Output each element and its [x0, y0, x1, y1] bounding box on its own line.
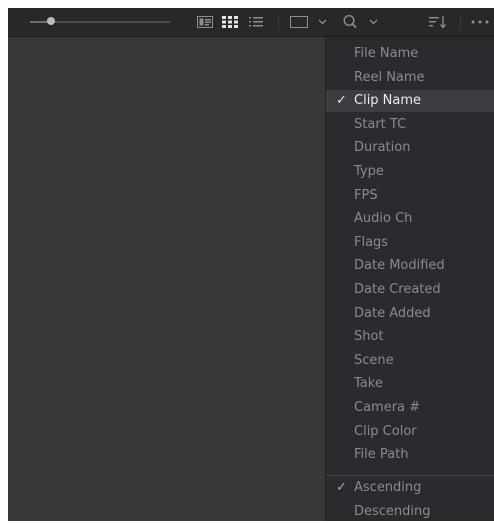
thumbnail-zoom-slider[interactable]: [30, 14, 170, 30]
media-pool-toolbar: [8, 8, 494, 37]
sort-order-item[interactable]: Descending: [326, 501, 494, 523]
sort-field-item[interactable]: Start TC: [326, 114, 494, 136]
sort-field-item[interactable]: Scene: [326, 350, 494, 372]
sort-field-item[interactable]: Date Created: [326, 279, 494, 301]
sort-field-item[interactable]: Date Modified: [326, 255, 494, 277]
menu-item-label: File Name: [354, 46, 419, 61]
sort-field-item[interactable]: Duration: [326, 137, 494, 159]
sort-menu: File Name Reel Name ✓ Clip Name Start TC Dura…: [325, 37, 494, 521]
menu-item-label: Clip Name: [354, 93, 422, 109]
media-pool-content[interactable]: [8, 37, 325, 521]
clip-viewer-icon[interactable]: [289, 12, 333, 32]
thumbnail-grid-icon[interactable]: [220, 12, 240, 32]
menu-item-label: Date Added: [354, 305, 431, 321]
media-pool-window: File Name Reel Name ✓ Clip Name Start TC Dura…: [0, 0, 494, 521]
sort-field-item[interactable]: Type: [326, 161, 494, 183]
sort-field-item[interactable]: Camera #: [326, 397, 494, 419]
sort-icon[interactable]: [426, 12, 450, 32]
menu-item-label: Scene: [354, 352, 394, 368]
menu-divider: [326, 475, 494, 476]
list-view-icon[interactable]: [246, 12, 266, 32]
sort-field-item[interactable]: Date Added: [326, 303, 494, 325]
sort-field-item[interactable]: Take: [326, 373, 494, 395]
menu-item-label: Descending: [354, 503, 431, 519]
checkmark-icon: ✓: [336, 93, 347, 109]
menu-item-label: Clip Color: [354, 423, 417, 439]
menu-item-label: Ascending: [354, 480, 422, 495]
menu-item-label: Take: [354, 376, 383, 392]
sort-field-item[interactable]: Flags: [326, 232, 494, 254]
menu-item-label: FPS: [354, 187, 378, 203]
menu-item-label: Duration: [354, 140, 411, 156]
menu-item-label: Start TC: [354, 116, 407, 132]
menu-item-label: Type: [354, 164, 384, 179]
slider-thumb[interactable]: [47, 17, 55, 25]
filmstrip-view-icon[interactable]: [195, 12, 215, 32]
sort-order-item[interactable]: ✓ Ascending: [326, 477, 494, 499]
sort-field-item[interactable]: ✓ Clip Name: [326, 90, 494, 113]
sort-field-item[interactable]: File Name: [326, 43, 494, 65]
more-options-icon[interactable]: [468, 12, 492, 32]
toolbar-divider: [460, 14, 461, 30]
menu-item-label: Shot: [354, 329, 384, 345]
menu-item-label: Audio Ch: [354, 211, 413, 227]
sort-field-item[interactable]: Clip Color: [326, 421, 494, 443]
sort-field-item[interactable]: Reel Name: [326, 67, 494, 89]
sort-field-item[interactable]: Shot: [326, 326, 494, 348]
menu-item-label: Camera #: [354, 400, 421, 415]
checkmark-icon: ✓: [336, 480, 347, 495]
menu-item-label: Date Modified: [354, 258, 445, 274]
menu-item-label: File Path: [354, 447, 409, 463]
toolbar-divider: [278, 14, 279, 30]
sort-field-item[interactable]: FPS: [326, 185, 494, 207]
menu-item-label: Flags: [354, 234, 389, 250]
sort-field-item[interactable]: Audio Ch: [326, 208, 494, 230]
menu-item-label: Reel Name: [354, 69, 425, 85]
sort-field-item[interactable]: File Path: [326, 444, 494, 466]
search-icon[interactable]: [341, 12, 385, 32]
menu-item-label: Date Created: [354, 282, 441, 297]
